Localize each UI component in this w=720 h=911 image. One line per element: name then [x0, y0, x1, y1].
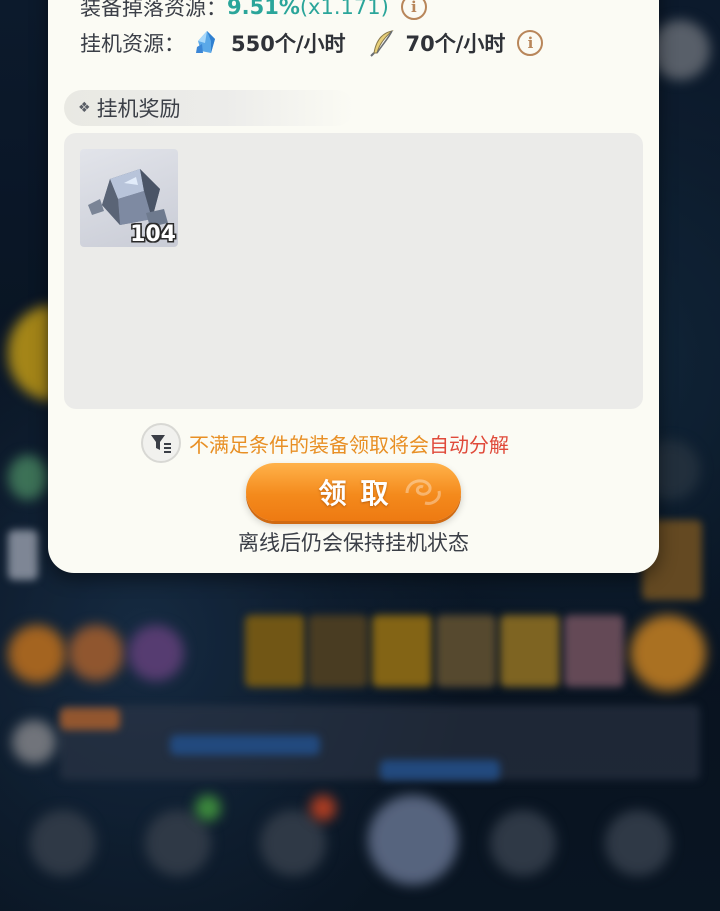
equip-drop-multiplier: (x1.171) [299, 0, 389, 19]
notice-text: 不满足条件的装备领取将会 [189, 432, 429, 457]
equip-drop-label: 装备掉落资源： [80, 0, 227, 20]
claim-button[interactable]: 领取 [246, 463, 461, 521]
filter-icon[interactable] [141, 423, 181, 463]
feather-quill-icon [368, 29, 396, 57]
feather-rate: 70个/小时 [405, 32, 506, 56]
offline-note: 离线后仍会保持挂机状态 [238, 531, 469, 555]
equip-drop-rate: 9.51% [227, 0, 300, 19]
info-icon[interactable]: i [517, 30, 544, 56]
swirl-decoration-icon [405, 479, 441, 505]
info-icon[interactable]: i [400, 0, 427, 20]
diamond-bullet-icon: ❖ [78, 100, 91, 116]
notice-highlight: 自动分解 [429, 432, 509, 457]
idle-rewards-panel: 装备掉落资源： 9.51% (x1.171) i 挂机资源： 550个/小时 7… [48, 0, 659, 573]
equip-drop-row: 装备掉落资源： 9.51% (x1.171) i [80, 0, 427, 22]
crystal-rate: 550个/小时 [231, 32, 346, 56]
reward-item[interactable]: 104 [80, 149, 178, 247]
idle-resources-label: 挂机资源： [80, 32, 185, 56]
auto-salvage-notice: 不满足条件的装备领取将会 自动分解 [141, 423, 509, 463]
blue-crystal-icon [193, 29, 221, 57]
idle-rewards-header: ❖ 挂机奖励 [64, 90, 354, 126]
idle-resources-row: 挂机资源： 550个/小时 70个/小时 i [80, 28, 544, 58]
claim-button-label: 领取 [318, 477, 403, 510]
reward-quantity: 104 [130, 222, 176, 247]
reward-grid: 104 [64, 133, 643, 409]
idle-rewards-title: 挂机奖励 [96, 97, 181, 121]
